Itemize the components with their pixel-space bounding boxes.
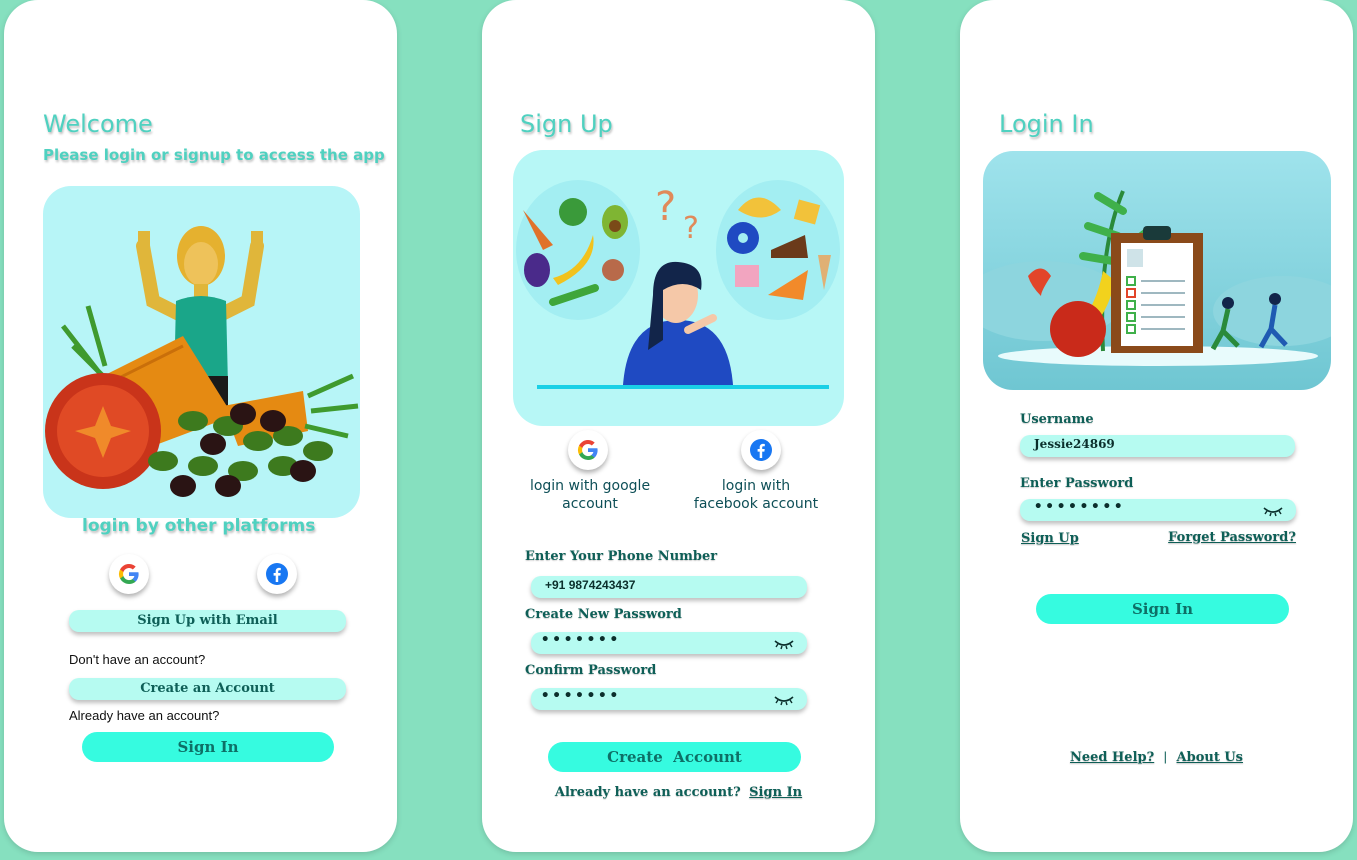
confirm-password-value: •••••••	[541, 688, 622, 704]
signin-prompt: Already have an account? Sign In	[482, 783, 875, 801]
svg-text:?: ?	[683, 211, 699, 246]
login-screen: Login In Username Jessie24869 Enter Pass…	[960, 0, 1353, 852]
username-value: Jessie24869	[1034, 437, 1115, 451]
page-subtitle: Please login or signup to access the app	[43, 146, 385, 164]
create-account-button[interactable]: Create Account	[548, 742, 801, 772]
page-title: Welcome	[43, 110, 153, 138]
create-account-button[interactable]: Create an Account	[69, 678, 346, 700]
phone-label: Enter Your Phone Number	[525, 549, 718, 564]
no-account-text: Don't have an account?	[69, 652, 206, 667]
facebook-icon	[750, 439, 772, 461]
page-title: Sign Up	[520, 110, 613, 138]
eye-closed-icon[interactable]	[1262, 505, 1284, 517]
signup-email-label: Sign Up with Email	[137, 613, 278, 628]
page-title: Login In	[999, 110, 1094, 138]
google-login-button[interactable]	[109, 554, 149, 594]
username-input[interactable]: Jessie24869	[1020, 435, 1295, 457]
sign-in-button[interactable]: Sign In	[82, 732, 334, 762]
forgot-password-link[interactable]: Forget Password?	[1168, 530, 1296, 545]
sign-in-link[interactable]: Sign In	[749, 785, 802, 800]
svg-text:?: ?	[655, 184, 676, 230]
google-signup-button[interactable]	[568, 430, 608, 470]
google-login-label[interactable]: login with google account	[528, 477, 652, 513]
eye-closed-icon[interactable]	[773, 638, 795, 650]
facebook-signup-button[interactable]	[741, 430, 781, 470]
health-checklist-illustration	[983, 151, 1331, 390]
facebook-login-label[interactable]: login with facebook account	[688, 477, 824, 513]
welcome-screen: Welcome Please login or signup to access…	[4, 0, 397, 852]
password-input[interactable]: ••••••••	[1020, 499, 1296, 521]
new-password-value: •••••••	[541, 632, 622, 648]
phone-input[interactable]: +91 9874243437	[531, 576, 807, 598]
other-platforms-heading: login by other platforms	[82, 516, 316, 536]
password-label: Enter Password	[1020, 476, 1134, 491]
sign-in-button[interactable]: Sign In	[1036, 594, 1289, 624]
already-account-text: Already have an account?	[69, 708, 220, 723]
create-account-label: Create an Account	[140, 681, 275, 696]
google-icon	[118, 564, 139, 584]
fitness-illustration	[43, 186, 360, 518]
need-help-link[interactable]: Need Help?	[1070, 750, 1154, 765]
about-us-link[interactable]: About Us	[1177, 750, 1244, 765]
confirm-password-label: Confirm Password	[525, 663, 657, 678]
sign-up-link[interactable]: Sign Up	[1021, 531, 1079, 546]
username-label: Username	[1020, 412, 1094, 427]
password-value: ••••••••	[1034, 499, 1126, 515]
facebook-login-button[interactable]	[257, 554, 297, 594]
signup-screen: Sign Up ? ? login with google account lo…	[482, 0, 875, 852]
confirm-password-input[interactable]: •••••••	[531, 688, 807, 710]
footer-separator: |	[1163, 749, 1168, 764]
new-password-label: Create New Password	[525, 607, 682, 622]
google-icon	[577, 440, 598, 461]
phone-value: +91 9874243437	[545, 578, 636, 592]
already-account-text: Already have an account?	[554, 785, 741, 800]
footer-links: Need Help? | About Us	[960, 748, 1353, 766]
signup-email-button[interactable]: Sign Up with Email	[69, 610, 346, 632]
new-password-input[interactable]: •••••••	[531, 632, 807, 654]
diet-choice-illustration: ? ?	[513, 150, 844, 426]
eye-closed-icon[interactable]	[773, 694, 795, 706]
facebook-icon	[266, 563, 288, 585]
